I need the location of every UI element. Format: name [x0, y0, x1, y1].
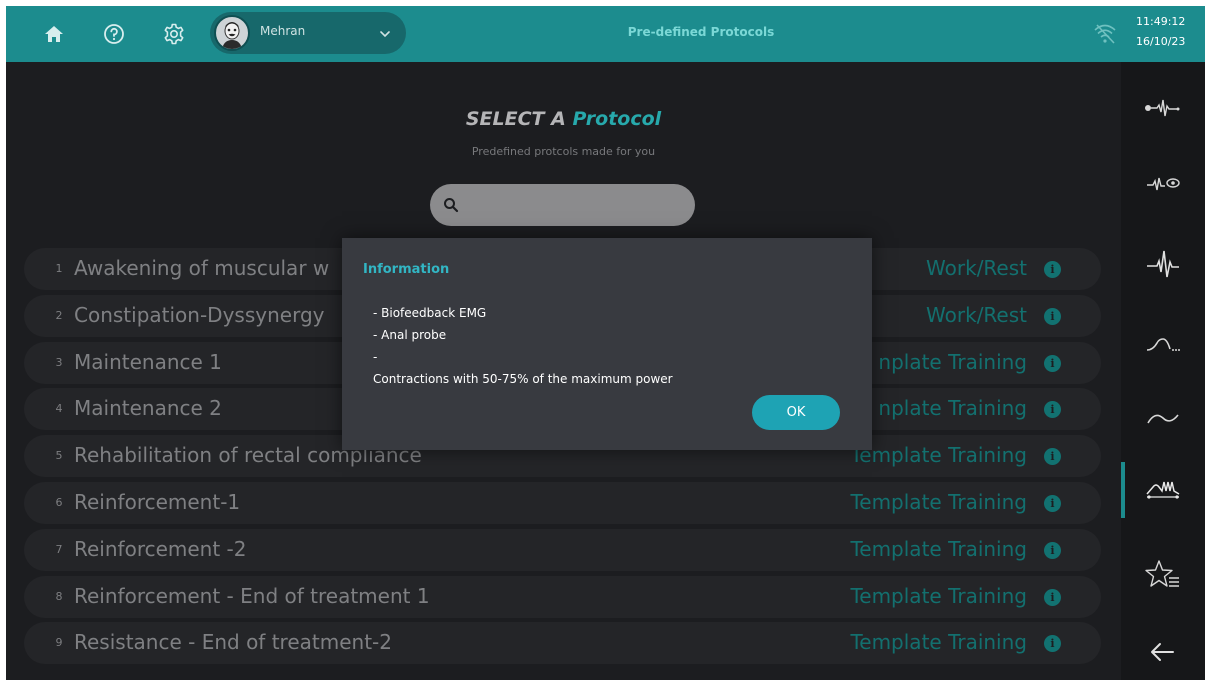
protocol-row[interactable]: 8 Reinforcement - End of treatment 1 Templ…	[24, 576, 1101, 618]
protocol-number: 1	[55, 262, 63, 275]
wifi-off-icon	[1094, 24, 1116, 44]
info-icon[interactable]: i	[1044, 448, 1061, 465]
info-icon[interactable]: i	[1044, 635, 1061, 652]
info-icon[interactable]: i	[1044, 589, 1061, 606]
app-window: Mehran Pre-defined Protocols 11:49:12 16…	[6, 6, 1205, 680]
emg-eye-icon[interactable]	[1141, 166, 1185, 202]
ok-button[interactable]: OK	[752, 395, 840, 430]
protocol-type: Work/Rest	[926, 303, 1027, 327]
dialog-line: -	[373, 350, 378, 364]
right-sidebar	[1121, 62, 1205, 680]
dialog-line: Contractions with 50-75% of the maximum …	[373, 372, 673, 386]
protocol-number: 4	[55, 402, 63, 415]
protocol-row[interactable]: 9 Resistance - End of treatment-2 Template…	[24, 622, 1101, 664]
protocol-name: Reinforcement -2	[74, 537, 247, 561]
protocol-name: Awakening of muscular w	[74, 256, 330, 280]
protocol-type: Template Training	[850, 490, 1027, 514]
dialog-body: - Biofeedback EMG - Anal probe - Contrac…	[373, 302, 833, 390]
info-icon[interactable]: i	[1044, 401, 1061, 418]
protocol-number: 5	[55, 449, 63, 462]
page-title: Pre-defined Protocols	[627, 25, 775, 39]
protocol-row[interactable]: 7 Reinforcement -2 Template Training i	[24, 529, 1101, 571]
protocol-number: 9	[55, 636, 63, 649]
protocol-type: Template Training	[850, 443, 1027, 467]
protocol-number: 3	[55, 356, 63, 369]
emg-probe-icon[interactable]	[1141, 90, 1185, 126]
protocol-name: Reinforcement - End of treatment 1	[74, 584, 430, 608]
dialog-title: Information	[363, 262, 450, 277]
back-arrow-icon[interactable]	[1141, 634, 1185, 670]
protocol-type: nplate Training	[878, 396, 1027, 420]
wave-icon[interactable]	[1141, 400, 1185, 436]
info-icon[interactable]: i	[1044, 495, 1061, 512]
protocol-number: 2	[55, 309, 63, 322]
top-bar: Mehran Pre-defined Protocols 11:49:12 16…	[6, 6, 1205, 62]
search-input[interactable]	[468, 192, 683, 218]
clock-date: 16/10/23	[1136, 35, 1186, 48]
heading-accent: Protocol	[572, 108, 662, 130]
clock: 11:49:12 16/10/23	[1136, 12, 1185, 52]
protocol-type: Work/Rest	[926, 256, 1027, 280]
search-icon	[444, 198, 459, 213]
protocol-number: 8	[55, 590, 63, 603]
information-dialog: Information - Biofeedback EMG - Anal pro…	[342, 238, 872, 450]
dialog-line: - Biofeedback EMG	[373, 306, 487, 320]
dialog-line: - Anal probe	[373, 328, 447, 342]
protocol-row[interactable]: 6 Reinforcement-1 Template Training i	[24, 482, 1101, 524]
info-icon[interactable]: i	[1044, 542, 1061, 559]
protocol-number: 6	[55, 496, 63, 509]
protocol-name: Maintenance 1	[74, 350, 222, 374]
protocol-type: nplate Training	[878, 350, 1027, 374]
curve-dots-icon[interactable]	[1141, 326, 1185, 362]
template-training-icon[interactable]	[1141, 472, 1185, 508]
select-protocol-heading: SELECT A Protocol	[6, 108, 1121, 130]
protocol-type: Template Training	[850, 630, 1027, 654]
protocol-name: Constipation-Dyssynergy	[74, 303, 325, 327]
search-bar[interactable]	[430, 184, 695, 226]
protocol-type: Template Training	[850, 584, 1027, 608]
emg-signal-icon[interactable]	[1141, 246, 1185, 282]
favorites-list-icon[interactable]	[1141, 556, 1185, 592]
protocol-name: Maintenance 2	[74, 396, 222, 420]
protocol-name: Reinforcement-1	[74, 490, 241, 514]
protocol-name: Resistance - End of treatment-2	[74, 630, 392, 654]
heading-prefix: SELECT A	[465, 108, 566, 130]
sidebar-active-indicator	[1121, 462, 1125, 518]
info-icon[interactable]: i	[1044, 308, 1061, 325]
protocol-number: 7	[55, 543, 63, 556]
clock-time: 11:49:12	[1136, 15, 1186, 28]
info-icon[interactable]: i	[1044, 261, 1061, 278]
subheading: Predefined protcols made for you	[471, 145, 656, 158]
info-icon[interactable]: i	[1044, 355, 1061, 372]
protocol-type: Template Training	[850, 537, 1027, 561]
